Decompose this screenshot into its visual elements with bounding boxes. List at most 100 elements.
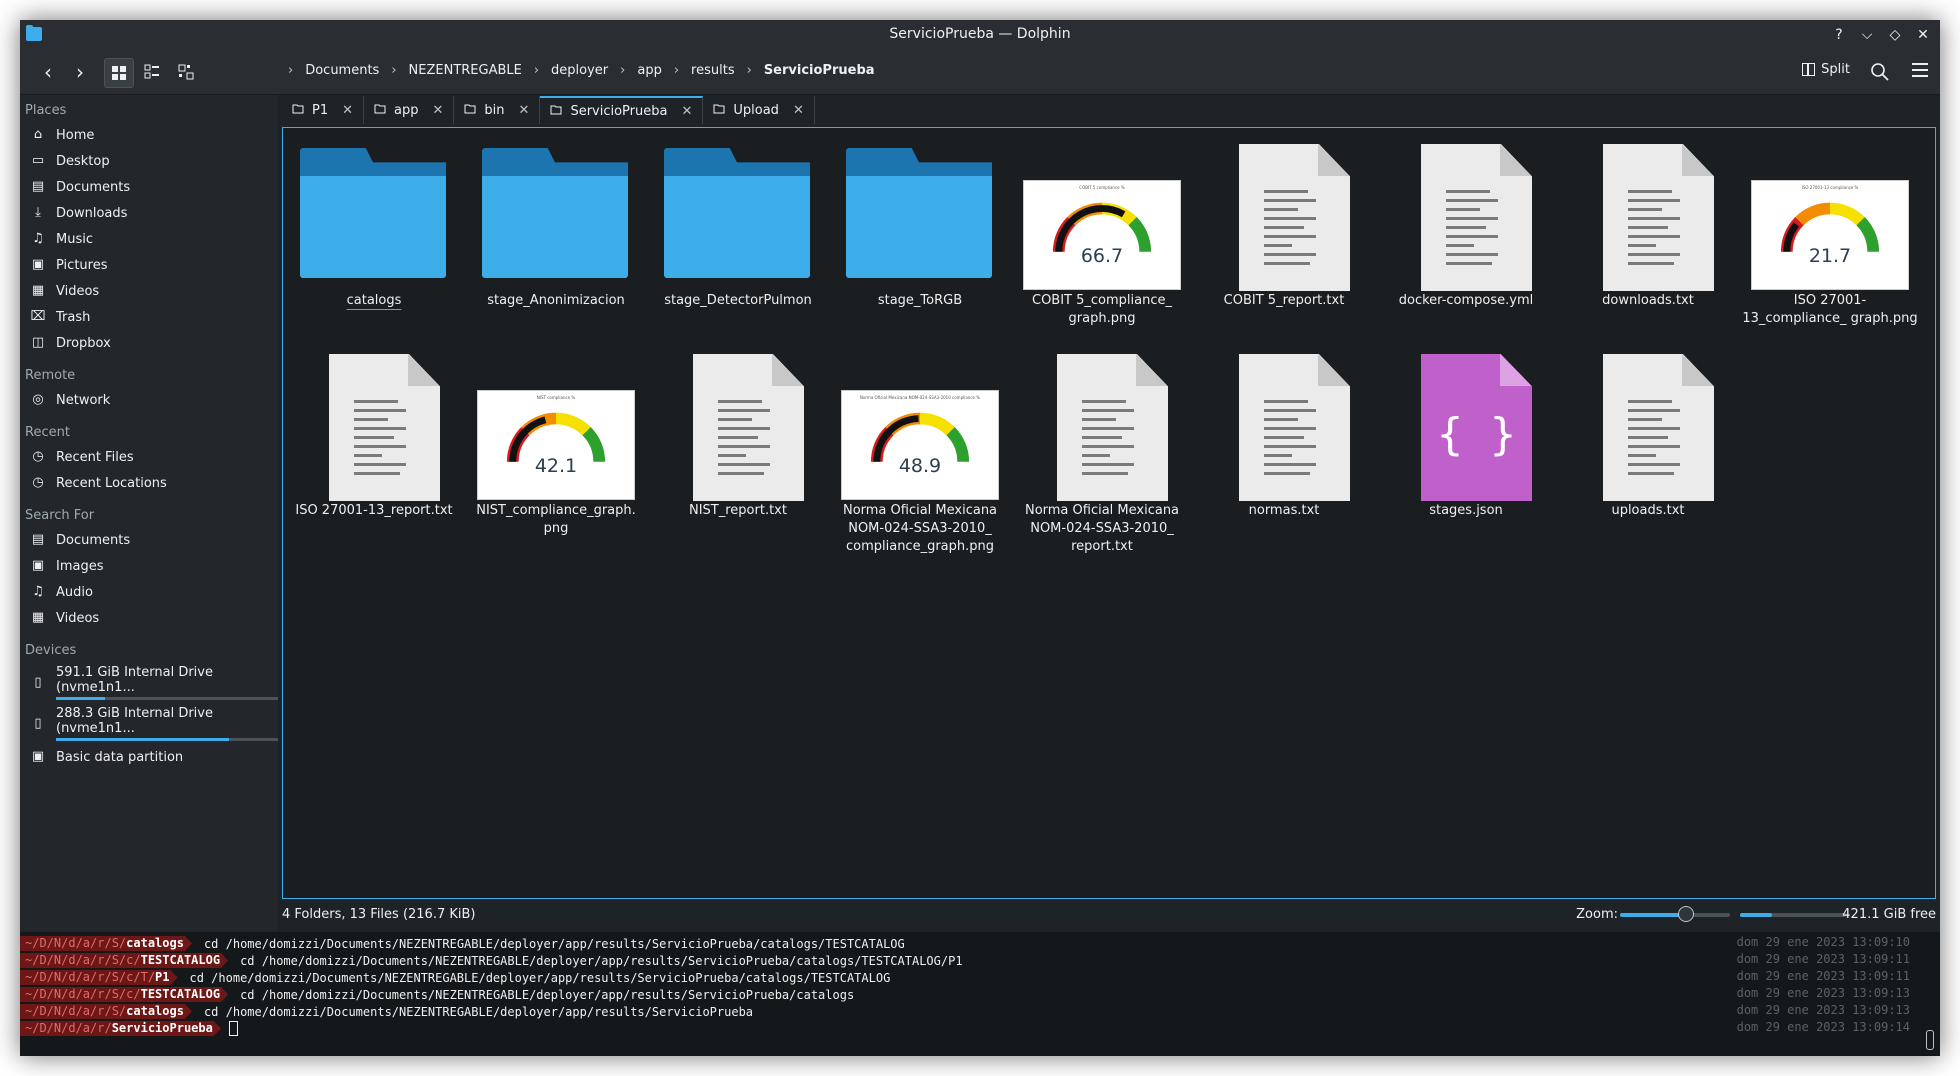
sidebar-item-dropbox[interactable]: ◫ Dropbox (20, 330, 278, 356)
videos-icon: ▦ (31, 283, 45, 298)
search-button[interactable] (1868, 60, 1892, 84)
gauge-thumbnail: NIST compliance % 42.1 (477, 390, 635, 500)
drive-usage-fill (56, 738, 230, 741)
breadcrumb-chevron-icon[interactable]: › (741, 63, 758, 78)
breadcrumb-item[interactable]: results (685, 63, 741, 78)
file-name: Norma Oficial Mexicana NOM-024-SSA3-2010… (842, 503, 998, 554)
sidebar-item-videos[interactable]: ▦ Videos (20, 605, 278, 631)
sidebar-item-home[interactable]: ⌂ Home (20, 122, 278, 148)
sidebar-item-network[interactable]: ◎ Network (20, 387, 278, 413)
terminal-command: cd /home/domizzi/Documents/NEZENTREGABLE… (189, 970, 891, 985)
title-bar[interactable]: ServicioPrueba — Dolphin ? ⌵ ◇ ✕ (20, 20, 1940, 50)
tab-close-icon[interactable]: ✕ (342, 103, 353, 118)
close-button[interactable]: ✕ (1912, 24, 1934, 46)
tab-close-icon[interactable]: ✕ (681, 104, 692, 119)
help-button[interactable]: ? (1828, 24, 1850, 46)
places-panel: Places ⌂ Home ▭ Desktop ▤ Documents ⤓ Downloads… (20, 95, 278, 931)
text-line (1082, 409, 1134, 412)
forward-button[interactable]: › (66, 58, 94, 86)
sidebar-item-audio[interactable]: ♫ Audio (20, 579, 278, 605)
breadcrumb-chevron-icon[interactable]: › (282, 63, 299, 78)
file-item-docker-compose-yml[interactable]: docker-compose.yml (1375, 138, 1557, 348)
text-line (1082, 472, 1128, 475)
breadcrumb-item[interactable]: deployer (545, 63, 614, 78)
zoom-slider-handle[interactable] (1678, 906, 1694, 922)
tab-close-icon[interactable]: ✕ (433, 103, 444, 118)
file-item-uploads-txt[interactable]: uploads.txt (1557, 348, 1739, 558)
file-item-stage-detectorpulmon[interactable]: stage_DetectorPulmon (647, 138, 829, 348)
terminal-cursor[interactable] (228, 1021, 238, 1036)
tab-label: ServicioPrueba (570, 103, 668, 119)
zoom-slider[interactable] (1620, 906, 1730, 922)
sidebar-item-desktop[interactable]: ▭ Desktop (20, 148, 278, 174)
breadcrumb-chevron-icon[interactable]: › (385, 63, 402, 78)
file-item-stages-json[interactable]: { } stages.json (1375, 348, 1557, 558)
file-item-stage-torgb[interactable]: stage_ToRGB (829, 138, 1011, 348)
sidebar-item-internal-drive[interactable]: ▯ 288.3 GiB Internal Drive (nvme1n1... (20, 703, 278, 744)
sidebar-item-basic-data-partition[interactable]: ▣ Basic data partition (20, 744, 278, 770)
details-view-button[interactable] (172, 58, 200, 86)
maximize-button[interactable]: ◇ (1884, 24, 1906, 46)
sidebar-item-recent-locations[interactable]: ◷ Recent Locations (20, 470, 278, 496)
breadcrumb-chevron-icon[interactable]: › (614, 63, 631, 78)
breadcrumb-item[interactable]: NEZENTREGABLE (403, 63, 528, 78)
tab-close-icon[interactable]: ✕ (519, 103, 530, 118)
file-item-nist-compliance-graph-png[interactable]: NIST compliance % 42.1 NIST_compliance_gra… (465, 348, 647, 558)
tab-servicioprueba[interactable]: ServicioPrueba ✕ (540, 96, 704, 124)
split-button[interactable]: Split (1802, 62, 1850, 77)
sidebar-item-internal-drive[interactable]: ▯ 591.1 GiB Internal Drive (nvme1n1... (20, 662, 278, 703)
tab-p1[interactable]: P1 ✕ (282, 96, 365, 124)
file-icon-box (653, 348, 823, 501)
sidebar-item-documents[interactable]: ▤ Documents (20, 174, 278, 200)
prompt-path: ~/D/N/d/a/r/ (25, 1021, 112, 1035)
gauge-value: 48.9 (898, 455, 942, 477)
page-fold (1500, 354, 1532, 386)
prompt-path: ~/D/N/d/a/r/S/c/ (25, 987, 141, 1001)
file-item-iso-27001-13-report-txt[interactable]: ISO 27001-13_report.txt (283, 348, 465, 558)
sidebar-item-trash[interactable]: ⌧ Trash (20, 304, 278, 330)
text-line (718, 445, 770, 448)
text-line (1082, 463, 1134, 466)
terminal-scrollbar[interactable] (1926, 1030, 1934, 1050)
file-item-stage-anonimizacion[interactable]: stage_Anonimizacion (465, 138, 647, 348)
text-line (1446, 235, 1498, 238)
tab-close-icon[interactable]: ✕ (793, 103, 804, 118)
sidebar-item-documents[interactable]: ▤ Documents (20, 527, 278, 553)
file-item-iso-27001-13-compliance-graph-png[interactable]: ISO 27001-13 compliance % 21.7 ISO 27001-1… (1739, 138, 1921, 348)
file-icon-box (835, 138, 1005, 288)
tab-bin[interactable]: bin ✕ (454, 96, 541, 124)
file-view[interactable]: catalogs stage_Anonimizacion stage_Detecto… (282, 127, 1936, 899)
breadcrumb-chevron-icon[interactable]: › (528, 63, 545, 78)
sidebar-item-label: Downloads (56, 205, 128, 221)
breadcrumb-item[interactable]: app (631, 63, 667, 78)
file-item-catalogs[interactable]: catalogs (283, 138, 465, 348)
compact-view-button[interactable] (138, 58, 166, 86)
text-line (354, 436, 394, 439)
icons-view-button[interactable] (104, 58, 134, 88)
tab-app[interactable]: app ✕ (364, 96, 455, 124)
breadcrumb-chevron-icon[interactable]: › (668, 63, 685, 78)
sidebar-item-pictures[interactable]: ▣ Pictures (20, 252, 278, 278)
file-item-cobit-5-report-txt[interactable]: COBIT 5_report.txt (1193, 138, 1375, 348)
sidebar-item-downloads[interactable]: ⤓ Downloads (20, 200, 278, 226)
file-item-norma-oficial-mexicana-nom-024-ssa3-2010-compliance-graph-png[interactable]: Norma Oficial Mexicana NOM-024-SSA3-2010… (829, 348, 1011, 558)
breadcrumb-item[interactable]: Documents (299, 63, 385, 78)
sidebar-item-images[interactable]: ▣ Images (20, 553, 278, 579)
file-item-nist-report-txt[interactable]: NIST_report.txt (647, 348, 829, 558)
tab-upload[interactable]: Upload ✕ (703, 96, 815, 124)
sidebar-item-music[interactable]: ♫ Music (20, 226, 278, 252)
minimize-button[interactable]: ⌵ (1856, 24, 1878, 46)
breadcrumb-current[interactable]: ServicioPrueba (758, 63, 881, 78)
back-button[interactable]: ‹ (34, 58, 62, 86)
file-item-downloads-txt[interactable]: downloads.txt (1557, 138, 1739, 348)
terminal-panel[interactable]: ~/D/N/d/a/r/S/catalogs cd /home/domizzi/D… (20, 932, 1940, 1056)
folder-tab-icon (713, 103, 725, 118)
file-item-norma-oficial-mexicana-nom-024-ssa3-2010-report-txt[interactable]: Norma Oficial Mexicana NOM-024-SSA3-2010… (1011, 348, 1193, 558)
file-item-normas-txt[interactable]: normas.txt (1193, 348, 1375, 558)
hamburger-menu-icon[interactable] (1912, 63, 1928, 81)
file-item-cobit-5-compliance-graph-png[interactable]: COBIT 5 compliance % 66.7 COBIT 5_complian… (1011, 138, 1193, 348)
sidebar-item-recent-files[interactable]: ◷ Recent Files (20, 444, 278, 470)
file-icon-box: Norma Oficial Mexicana NOM-024-SSA3-2010… (835, 348, 1005, 500)
sidebar-item-videos[interactable]: ▦ Videos (20, 278, 278, 304)
file-name: COBIT 5_compliance_ graph.png (1032, 293, 1172, 326)
